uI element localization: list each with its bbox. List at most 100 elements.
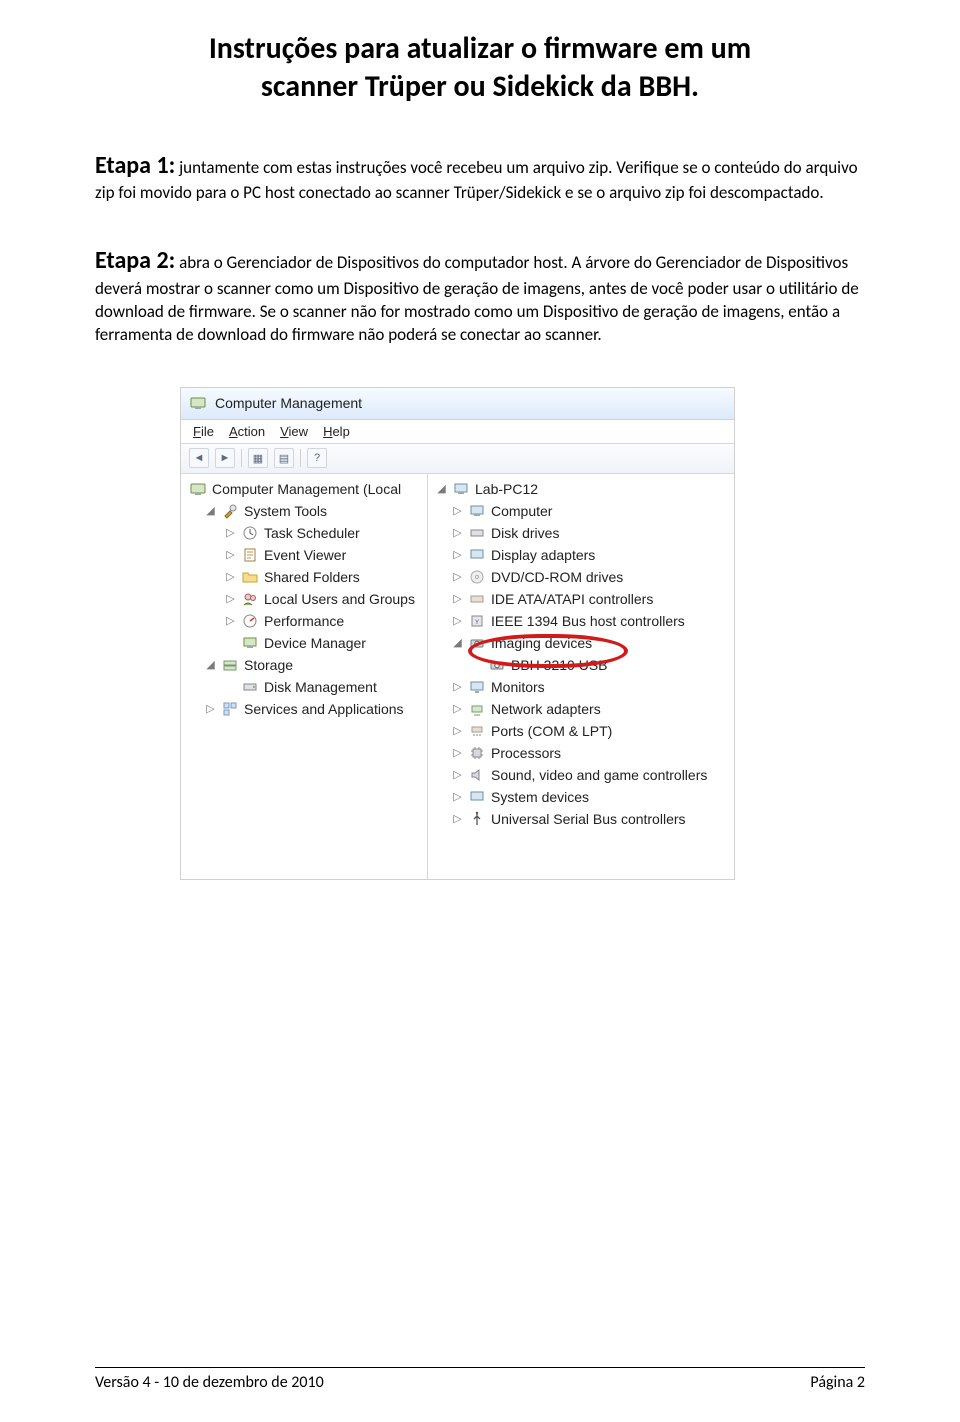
display-icon	[468, 546, 486, 564]
tree-item[interactable]: ◢Storage	[185, 654, 427, 676]
footer-page: Página 2	[810, 1373, 865, 1392]
tree-item[interactable]: ▷ Ports (COM & LPT)	[432, 720, 734, 742]
tree-item[interactable]: ▷ Computer	[432, 500, 734, 522]
tree-item[interactable]: ▷Performance	[185, 610, 427, 632]
tree-root-left[interactable]: Computer Management (Local	[185, 478, 427, 500]
tree-item[interactable]: ▷Task Scheduler	[185, 522, 427, 544]
expander-icon[interactable]: ▷	[452, 592, 463, 605]
device-mgr-icon	[241, 634, 259, 652]
expander-icon[interactable]: ▷	[452, 548, 463, 561]
tree-item[interactable]: Device Manager	[185, 632, 427, 654]
tree-label: Device Manager	[264, 635, 366, 651]
step2-paragraph: Etapa 2: abra o Gerenciador de Dispositi…	[95, 245, 865, 346]
tree-item[interactable]: ◢ Imaging devices	[432, 632, 734, 654]
back-icon[interactable]: ◄	[189, 448, 209, 468]
tree-item[interactable]: ◢System Tools	[185, 500, 427, 522]
page-footer: Versão 4 - 10 de dezembro de 2010 Página…	[95, 1373, 865, 1392]
step1-label: Etapa 1:	[95, 151, 175, 180]
expander-icon[interactable]: ▷	[452, 504, 463, 517]
tree-label: Shared Folders	[264, 569, 360, 585]
tree-item[interactable]: ▷ Universal Serial Bus controllers	[432, 808, 734, 830]
tree-label: Universal Serial Bus controllers	[491, 811, 686, 827]
usb-icon	[468, 810, 486, 828]
list-icon[interactable]: ▤	[274, 448, 294, 468]
tree-label: Services and Applications	[244, 701, 404, 717]
screenshot-body: Computer Management (Local ◢System Tools…	[181, 474, 734, 879]
tree-item[interactable]: ▷ Processors	[432, 742, 734, 764]
expander-icon[interactable]: ▷	[225, 592, 236, 605]
expander-icon[interactable]: ▷	[452, 702, 463, 715]
tree-item[interactable]: ▷ Shared Folders	[185, 566, 427, 588]
tree-label: IEEE 1394 Bus host controllers	[491, 613, 685, 629]
menu-help[interactable]: Help	[317, 423, 356, 440]
expander-icon[interactable]: ▷	[225, 548, 236, 561]
expander-icon[interactable]: ▷	[452, 680, 463, 693]
menu-bar: File Action View Help	[181, 420, 734, 444]
expander-icon[interactable]: ▷	[452, 526, 463, 539]
tree-item[interactable]: ▷ Event Viewer	[185, 544, 427, 566]
users-icon	[241, 590, 259, 608]
help-icon[interactable]: ?	[307, 448, 327, 468]
expander-icon[interactable]: ▷	[452, 768, 463, 781]
expander-icon[interactable]: ▷	[452, 570, 463, 583]
tree-item[interactable]: ▷IDE ATA/ATAPI controllers	[432, 588, 734, 610]
expander-icon[interactable]: ◢	[436, 482, 447, 495]
tree-root-right[interactable]: ◢Lab-PC12	[432, 478, 734, 500]
tree-item[interactable]: ▷ Sound, video and game controllers	[432, 764, 734, 786]
expander-icon[interactable]: ▷	[225, 526, 236, 539]
tree-item[interactable]: ▷DVD/CD-ROM drives	[432, 566, 734, 588]
tree-item[interactable]: ▷Display adapters	[432, 544, 734, 566]
expander-icon[interactable]: ◢	[205, 658, 216, 671]
tree-label: Event Viewer	[264, 547, 346, 563]
grid-icon[interactable]: ▦	[248, 448, 268, 468]
expander-icon[interactable]: ▷	[452, 724, 463, 737]
forward-icon[interactable]: ►	[215, 448, 235, 468]
tree-item[interactable]: ▷ Services and Applications	[185, 698, 427, 720]
expander-icon[interactable]: ◢	[452, 636, 463, 649]
menu-action[interactable]: Action	[223, 423, 271, 440]
tree-item[interactable]: ▷Disk drives	[432, 522, 734, 544]
app-icon	[189, 394, 207, 412]
monitor-icon	[468, 678, 486, 696]
footer-version: Versão 4 - 10 de dezembro de 2010	[95, 1373, 324, 1392]
step1-paragraph: Etapa 1: juntamente com estas instruções…	[95, 150, 865, 205]
clock-icon	[241, 524, 259, 542]
tree-label: Monitors	[491, 679, 545, 695]
menu-view[interactable]: View	[274, 423, 314, 440]
expander-icon[interactable]: ▷	[452, 812, 463, 825]
page-title: Instruções para atualizar o firmware em …	[95, 30, 865, 105]
tree-item[interactable]: ▷Network adapters	[432, 698, 734, 720]
tree-item-highlighted[interactable]: BBH 3210 USB	[432, 654, 734, 676]
tree-label: Sound, video and game controllers	[491, 767, 707, 783]
tree-item[interactable]: ▷System devices	[432, 786, 734, 808]
tree-label: Ports (COM & LPT)	[491, 723, 612, 739]
tree-label: Imaging devices	[491, 635, 592, 651]
left-tree-pane: Computer Management (Local ◢System Tools…	[181, 474, 428, 879]
tree-item[interactable]: ▷Local Users and Groups	[185, 588, 427, 610]
tree-label: Computer	[491, 503, 552, 519]
window-titlebar: Computer Management	[181, 388, 734, 420]
footer-divider	[95, 1367, 865, 1368]
expander-icon[interactable]: ▷	[225, 570, 236, 583]
window-title: Computer Management	[215, 395, 362, 411]
dvd-icon	[468, 568, 486, 586]
computer-icon	[468, 502, 486, 520]
imaging-icon	[468, 634, 486, 652]
sound-icon	[468, 766, 486, 784]
expander-icon[interactable]: ▷	[225, 614, 236, 627]
expander-icon[interactable]: ▷	[205, 702, 216, 715]
expander-icon[interactable]: ▷	[452, 614, 463, 627]
tools-icon	[221, 502, 239, 520]
tree-item[interactable]: ▷YIEEE 1394 Bus host controllers	[432, 610, 734, 632]
title-line2: scanner Trüper ou Sidekick da BBH.	[261, 68, 699, 105]
expander-icon[interactable]: ◢	[205, 504, 216, 517]
step2-label: Etapa 2:	[95, 246, 175, 275]
ide-icon	[468, 590, 486, 608]
tree-item[interactable]: Disk Management	[185, 676, 427, 698]
expander-icon[interactable]: ▷	[452, 746, 463, 759]
step1-text: juntamente com estas instruções você rec…	[95, 157, 858, 203]
expander-icon[interactable]: ▷	[452, 790, 463, 803]
menu-file[interactable]: File	[187, 423, 220, 440]
tree-item[interactable]: ▷ Monitors	[432, 676, 734, 698]
tree-label: Processors	[491, 745, 561, 761]
